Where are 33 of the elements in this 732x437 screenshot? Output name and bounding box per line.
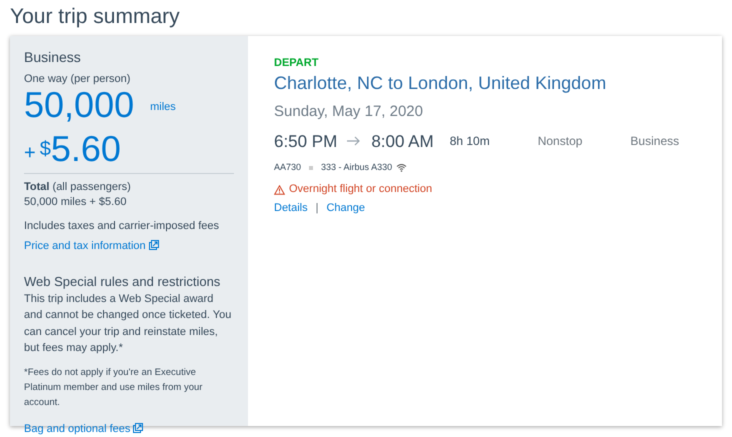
cabin-class: Business	[630, 133, 680, 150]
rules-heading: Web Special rules and restrictions	[24, 272, 222, 291]
stops: Nonstop	[538, 133, 582, 150]
external-link-icon	[148, 240, 159, 250]
total-value: 50,000 miles + $5.60	[24, 195, 128, 210]
flight-date: Sunday, May 17, 2020	[274, 102, 424, 122]
plus-sign: +	[24, 140, 36, 166]
aircraft-type: 333 - Airbus A330	[321, 161, 392, 174]
bag-fees-link[interactable]: Bag and optional fees	[24, 422, 144, 437]
depart-time: 6:50 PM	[274, 130, 338, 153]
direction-label: DEPART	[274, 56, 320, 71]
page-title: Your trip summary	[9, 4, 181, 30]
warning-icon	[274, 184, 285, 195]
arrow-icon	[347, 136, 362, 146]
warning-text: Overnight flight or connection	[289, 182, 432, 197]
miles-amount: 50,000	[24, 86, 134, 123]
arrive-time: 8:00 AM	[371, 130, 434, 153]
flight-link[interactable]: Details	[274, 201, 308, 217]
link-separator: |	[316, 201, 318, 216]
total-label: Total (all passengers)	[24, 180, 132, 195]
route-title: Charlotte, NC to London, United Kingdom	[274, 72, 608, 96]
flight-link[interactable]: Change	[326, 201, 366, 217]
cabin-label: Business	[24, 48, 82, 67]
rules-text: This trip includes a Web Special award and cannot be changed once ticketed. You can cancel your trip and reinstate miles, but fees may apply.*	[24, 292, 232, 356]
trip-type: One way (per person)	[24, 72, 132, 87]
duration: 8h 10m	[450, 133, 490, 150]
miles-unit: miles	[150, 100, 176, 115]
currency-sign: $	[40, 136, 51, 162]
price-tax-link[interactable]: Price and tax information	[24, 240, 159, 252]
fees-note: Includes taxes and carrier-imposed fees	[24, 218, 220, 234]
footnote-text: *Fees do not apply if you're an Executive Platinum member and use miles from your account.	[24, 366, 204, 410]
price-amount: 5.60	[50, 130, 121, 167]
flight-number: AA730	[274, 161, 302, 174]
